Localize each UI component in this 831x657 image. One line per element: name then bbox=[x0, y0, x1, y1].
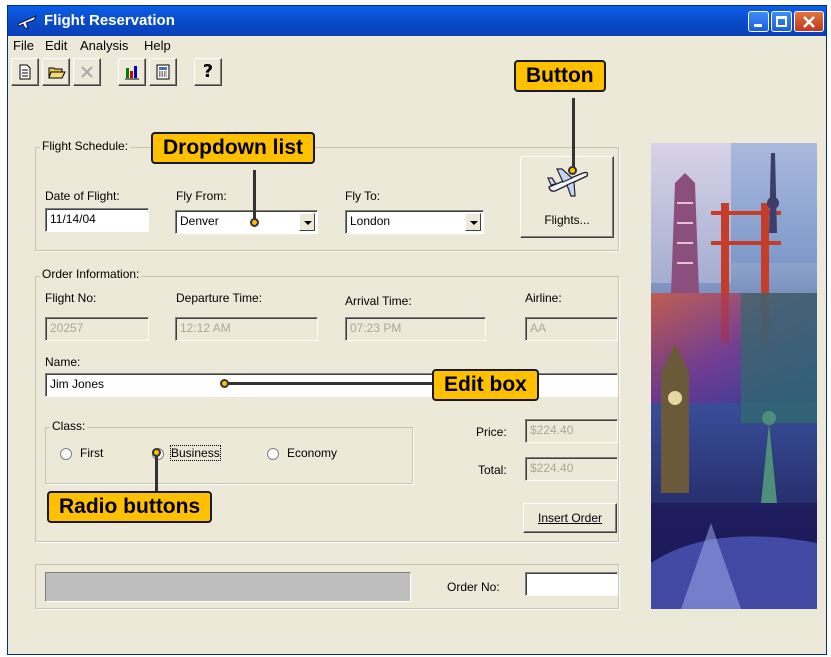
insert-order-label: Insert Order bbox=[537, 511, 603, 525]
radio-callout-line bbox=[155, 454, 158, 496]
airplane-app-icon bbox=[17, 15, 37, 29]
date-of-flight-label: Date of Flight: bbox=[45, 189, 120, 203]
flight-schedule-label: Flight Schedule: bbox=[40, 139, 131, 153]
class-first-radio[interactable] bbox=[60, 448, 72, 460]
airline-field: AA bbox=[525, 317, 618, 341]
progress-bar bbox=[45, 572, 411, 602]
flight-no-field: 20257 bbox=[45, 317, 149, 341]
order-no-field bbox=[525, 572, 618, 596]
button-callout-line bbox=[572, 98, 575, 170]
close-button[interactable] bbox=[794, 11, 824, 32]
help-question-icon: ? bbox=[202, 61, 214, 82]
bar-chart-icon bbox=[125, 66, 139, 80]
airline-label: Airline: bbox=[525, 291, 562, 305]
app-window: Flight Reservation File Edit Analysis He… bbox=[7, 5, 827, 655]
class-economy-radio[interactable] bbox=[267, 448, 279, 460]
maximize-button[interactable] bbox=[771, 11, 792, 32]
fly-to-dropdown[interactable]: London bbox=[345, 210, 484, 234]
editbox-callout-line bbox=[225, 382, 435, 385]
open-folder-icon bbox=[48, 67, 66, 79]
menu-bar: File Edit Analysis Help bbox=[8, 36, 826, 56]
dropdown-callout-line bbox=[253, 170, 256, 222]
flights-button-label: Flights... bbox=[544, 213, 590, 227]
order-information-label: Order Information: bbox=[40, 267, 142, 281]
button-callout-dot bbox=[568, 166, 577, 175]
graph-button[interactable] bbox=[118, 58, 146, 86]
menu-analysis[interactable]: Analysis bbox=[80, 38, 128, 53]
menu-edit[interactable]: Edit bbox=[45, 38, 67, 53]
price-label: Price: bbox=[476, 425, 507, 439]
radio-callout-dot bbox=[152, 448, 161, 457]
class-first-label[interactable]: First bbox=[80, 446, 103, 460]
flights-button[interactable]: Flights... bbox=[520, 156, 614, 238]
menu-file[interactable]: File bbox=[13, 38, 34, 53]
fly-from-value: Denver bbox=[180, 214, 219, 228]
editbox-callout-dot bbox=[220, 379, 229, 388]
window-title: Flight Reservation bbox=[44, 12, 175, 29]
total-label: Total: bbox=[478, 463, 507, 477]
class-business-label[interactable]: Business bbox=[170, 445, 221, 461]
help-button[interactable]: ? bbox=[194, 58, 222, 86]
new-document-icon bbox=[19, 64, 31, 80]
arrival-time-field: 07:23 PM bbox=[345, 317, 486, 341]
title-bar[interactable]: Flight Reservation bbox=[8, 6, 826, 36]
editbox-callout: Edit box bbox=[432, 369, 539, 401]
calculator-icon bbox=[156, 64, 170, 80]
radio-callout: Radio buttons bbox=[47, 491, 213, 523]
insert-order-button[interactable]: Insert Order bbox=[523, 503, 617, 533]
class-label: Class: bbox=[50, 419, 88, 433]
class-economy-label[interactable]: Economy bbox=[287, 446, 337, 460]
flight-no-label: Flight No: bbox=[45, 291, 97, 305]
chevron-down-icon[interactable] bbox=[299, 213, 315, 231]
new-order-button[interactable] bbox=[11, 58, 39, 86]
dropdown-callout-dot bbox=[250, 218, 259, 227]
calculator-button[interactable] bbox=[149, 58, 177, 86]
fly-to-label: Fly To: bbox=[345, 189, 381, 203]
chevron-down-icon[interactable] bbox=[465, 213, 481, 231]
minimize-icon bbox=[754, 24, 762, 27]
city-collage-image bbox=[651, 143, 817, 609]
departure-time-label: Departure Time: bbox=[176, 291, 263, 305]
button-callout: Button bbox=[514, 60, 606, 92]
order-no-label: Order No: bbox=[447, 580, 500, 594]
menu-help[interactable]: Help bbox=[144, 38, 171, 53]
close-icon bbox=[803, 16, 815, 28]
dropdown-callout: Dropdown list bbox=[151, 132, 315, 164]
open-order-button[interactable] bbox=[42, 58, 70, 86]
fly-to-value: London bbox=[350, 214, 391, 228]
minimize-button[interactable] bbox=[748, 11, 769, 32]
total-field: $224.40 bbox=[525, 457, 618, 481]
arrival-time-label: Arrival Time: bbox=[345, 294, 412, 308]
departure-time-field: 12:12 AM bbox=[175, 317, 318, 341]
fly-from-label: Fly From: bbox=[176, 189, 227, 203]
price-field: $224.40 bbox=[525, 419, 618, 443]
delete-x-icon bbox=[81, 66, 93, 78]
name-label: Name: bbox=[45, 355, 81, 369]
maximize-icon bbox=[776, 16, 787, 27]
fly-from-dropdown[interactable]: Denver bbox=[175, 210, 318, 234]
date-of-flight-input[interactable]: 11/14/04 bbox=[45, 208, 149, 232]
delete-order-button[interactable] bbox=[73, 58, 101, 86]
